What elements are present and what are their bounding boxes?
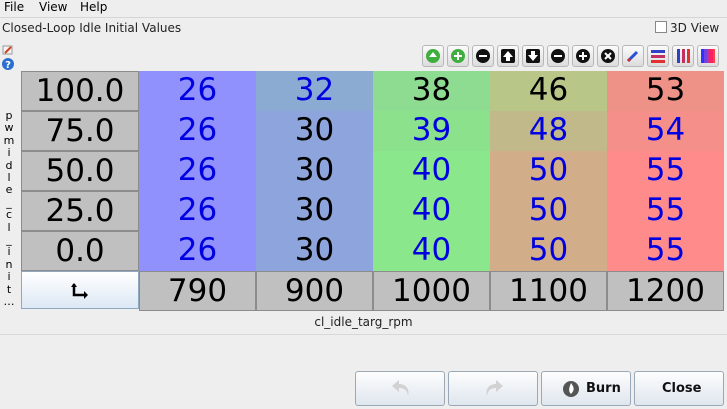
subtract-button[interactable]: [547, 45, 569, 67]
horizontal-interpolate-icon: [651, 50, 665, 63]
window-title: Closed-Loop Idle Initial Values: [2, 21, 182, 35]
y-axis-cell[interactable]: 75.0: [21, 111, 139, 151]
table-cell[interactable]: 30: [256, 231, 373, 271]
edit-icon: [626, 50, 639, 63]
y-axis-name-letter: …: [3, 295, 15, 309]
divider: [0, 334, 727, 335]
close-button[interactable]: Close: [634, 371, 724, 406]
multiply-icon: [601, 49, 615, 63]
table-cell[interactable]: 39: [373, 111, 490, 151]
add-button[interactable]: [572, 45, 594, 67]
decrement-button[interactable]: [472, 45, 494, 67]
redo-icon: [486, 380, 503, 396]
menu-file[interactable]: File: [4, 0, 24, 15]
vertical-interpolate-icon: [677, 49, 690, 63]
increment-more-button[interactable]: [447, 45, 469, 67]
table-cell[interactable]: 50: [490, 191, 607, 231]
increment-button[interactable]: [422, 45, 444, 67]
y-axis-cell[interactable]: 25.0: [21, 191, 139, 231]
table-cell[interactable]: 46: [490, 71, 607, 111]
view3d-label: 3D View: [670, 21, 720, 35]
y-axis-cell[interactable]: 0.0: [21, 231, 139, 271]
plus-icon: [576, 49, 590, 63]
burn-label: Burn: [586, 381, 621, 396]
table-cell[interactable]: 26: [139, 191, 256, 231]
y-axis-name-letter: i: [7, 270, 11, 284]
edit-button[interactable]: [622, 45, 644, 67]
x-axis-name: cl_idle_targ_rpm: [314, 315, 413, 329]
help-icon[interactable]: ?: [2, 55, 14, 71]
redo-button[interactable]: [448, 371, 538, 406]
shift-down-button[interactable]: [522, 45, 544, 67]
shift-up-button[interactable]: [497, 45, 519, 67]
svg-text:?: ?: [5, 60, 11, 70]
color-scale-icon: [701, 49, 715, 63]
horizontal-interpolate-button[interactable]: [647, 45, 669, 67]
y-axis-name: p w m i d l e _ c l _ i n i t…: [3, 109, 15, 309]
table-cell[interactable]: 30: [256, 151, 373, 191]
decrement-icon: [476, 49, 490, 63]
menu-view[interactable]: View: [39, 0, 67, 15]
table-cell[interactable]: 26: [139, 231, 256, 271]
axis-swap-button[interactable]: [21, 271, 139, 309]
minus-icon: [551, 49, 565, 63]
view3d-checkbox[interactable]: 3D View: [655, 21, 719, 35]
table-cell[interactable]: 54: [607, 111, 724, 151]
shift-up-icon: [501, 49, 515, 63]
multiply-button[interactable]: [597, 45, 619, 67]
shift-down-icon: [526, 49, 540, 63]
table-cell[interactable]: 40: [373, 191, 490, 231]
table-cell[interactable]: 50: [490, 151, 607, 191]
table-cell[interactable]: 38: [373, 71, 490, 111]
x-axis-cell[interactable]: 1000: [373, 271, 490, 311]
table-cell[interactable]: 40: [373, 151, 490, 191]
table-cell[interactable]: 30: [256, 191, 373, 231]
menu-bar: File View Help: [0, 0, 727, 18]
x-axis-cell[interactable]: 1100: [490, 271, 607, 311]
axis-swap-icon: [71, 283, 88, 299]
y-axis-name-letter: e: [5, 183, 13, 197]
table-cell[interactable]: 48: [490, 111, 607, 151]
close-label: Close: [662, 381, 702, 396]
table-cell[interactable]: 53: [607, 71, 724, 111]
color-scale-button[interactable]: [697, 45, 719, 67]
x-axis-cell[interactable]: 1200: [607, 271, 724, 311]
y-axis-name-letter: i: [7, 146, 11, 160]
table-cell[interactable]: 32: [256, 71, 373, 111]
increment-icon: [426, 49, 440, 63]
table-cell[interactable]: 55: [607, 231, 724, 271]
undo-button[interactable]: [355, 371, 445, 406]
undo-icon: [392, 380, 409, 396]
menu-help[interactable]: Help: [80, 0, 107, 15]
y-axis-name-letter: w: [4, 121, 14, 135]
y-axis-side: ? p w m i d l e _ c l _ i n i t…: [0, 40, 20, 320]
y-axis-name-letter: i: [7, 245, 11, 259]
checkbox-icon: [655, 21, 667, 33]
table-cell[interactable]: 50: [490, 231, 607, 271]
burn-icon: [563, 381, 579, 397]
y-axis-cell[interactable]: 50.0: [21, 151, 139, 191]
y-axis-cell[interactable]: 100.0: [21, 71, 139, 111]
table-cell[interactable]: 40: [373, 231, 490, 271]
table-cell[interactable]: 26: [139, 151, 256, 191]
edit-pencil-icon[interactable]: [2, 41, 14, 55]
burn-button[interactable]: Burn: [541, 371, 631, 406]
table-cell[interactable]: 26: [139, 71, 256, 111]
table-cell[interactable]: 26: [139, 111, 256, 151]
vertical-interpolate-button[interactable]: [672, 45, 694, 67]
table-cell[interactable]: 55: [607, 191, 724, 231]
x-axis-cell[interactable]: 790: [139, 271, 256, 311]
table-cell[interactable]: 55: [607, 151, 724, 191]
table-cell[interactable]: 30: [256, 111, 373, 151]
increment-more-icon: [451, 49, 465, 63]
x-axis-cell[interactable]: 900: [256, 271, 373, 311]
y-axis-name-letter: c: [5, 208, 13, 222]
